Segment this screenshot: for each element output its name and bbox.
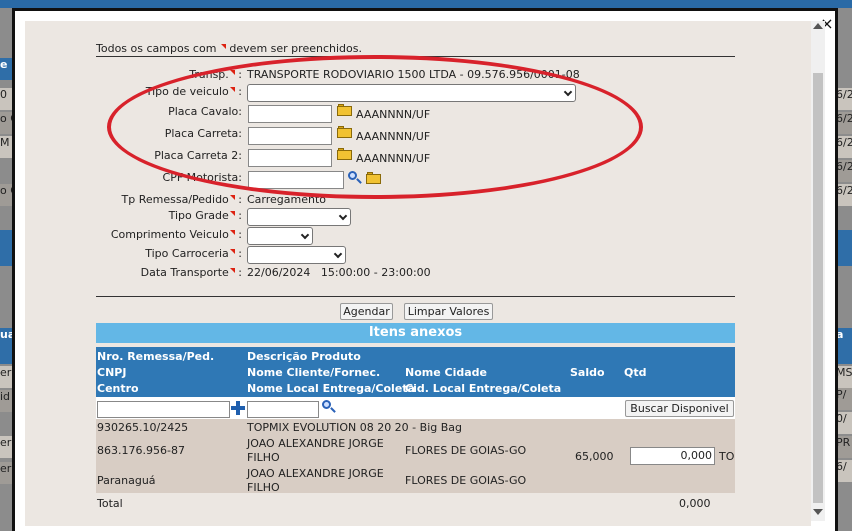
background-right-row: 6/2 [836,112,852,134]
remessa-value: 930265.10/2425 [97,421,189,434]
cnpj-value: 863.176.956-87 [97,444,185,457]
background-right-column: 6/2 6/2 6/2 6/2 6/2 a MS P/ 0/ PR 6/ [836,8,852,531]
cliente-line2: FILHO [247,451,280,464]
required-marker-icon [229,230,235,235]
required-fields-note: Todos os campos com devem ser preenchido… [96,42,362,55]
scroll-thumb[interactable] [813,73,823,503]
data-transporte-label: Data Transporte : [140,266,242,279]
itens-anexos-title: Itens anexos [96,323,735,343]
plus-icon[interactable] [231,401,245,415]
background-right-row: 6/2 [836,88,852,110]
header-qtd: Qtd [624,366,647,379]
data-transporte-value: 22/06/2024 15:00:00 - 23:00:00 [247,266,431,279]
modal-content: Todos os campos com devem ser preenchido… [25,21,811,526]
required-marker-icon [229,211,235,216]
remessa-filter-input[interactable] [97,401,230,418]
background-right-band [836,230,852,266]
background-right-row: MS [836,366,852,388]
chevron-down-icon [333,249,343,259]
saldo-value: 65,000 [575,450,614,463]
chevron-down-icon [338,211,348,221]
unidade-value: TO [719,450,735,463]
buscar-disponivel-button[interactable]: Buscar Disponivel [625,400,734,417]
background-right-row: 6/ [836,460,852,482]
header-centro: Centro [97,382,139,395]
comprimento-select[interactable] [247,227,313,245]
highlight-ellipse [107,55,643,199]
cid-local-value: FLORES DE GOIAS-GO [405,474,527,487]
tp-remessa-label: Tp Remessa/Pedido : [121,193,242,206]
required-note-prefix: Todos os campos com [96,42,217,55]
header-cid-local: Cid. Local Entrega/Coleta [405,382,562,395]
required-marker-icon [229,249,235,254]
background-right-row: P/ [836,388,852,410]
modal-dialog: × Todos os campos com devem ser preenchi… [12,8,838,531]
comprimento-label: Comprimento Veiculo : [110,228,242,241]
scrollbar[interactable] [811,21,825,521]
tipo-grade-select[interactable] [247,208,351,226]
background-right-row: 6/2 [836,136,852,158]
cidade-value: FLORES DE GOIAS-GO [405,444,527,457]
required-marker-icon [229,268,235,273]
background-right-row: 0/ [836,412,852,434]
limpar-valores-button[interactable]: Limpar Valores [404,303,493,320]
background-right-row: 6/2 [836,184,852,206]
qtd-input[interactable]: 0,000 [630,447,715,465]
cliente-line1: JOAO ALEXANDRE JORGE [247,437,384,450]
itens-table-header: Nro. Remessa/Ped. CNPJ Centro Descrição … [96,347,735,397]
tipo-carroceria-select[interactable] [247,246,346,264]
required-note-suffix: devem ser preenchidos. [229,42,362,55]
header-nome-cidade: Nome Cidade [405,366,487,379]
header-descricao-produto: Descrição Produto [247,350,361,363]
header-nro-remessa: Nro. Remessa/Ped. [97,350,215,363]
background-right-row: 6/2 [836,160,852,182]
tipo-grade-label: Tipo Grade : [168,209,242,222]
required-marker-icon [220,44,226,49]
header-nome-local: Nome Local Entrega/Coleta [247,382,415,395]
search-icon[interactable] [322,400,336,414]
produto-value: TOPMIX EVOLUTION 08 20 20 - Big Bag [247,421,462,434]
scroll-up-icon[interactable] [813,23,823,29]
required-marker-icon [229,195,235,200]
scroll-down-icon[interactable] [813,509,823,515]
header-nome-cliente: Nome Cliente/Fornec. [247,366,381,379]
centro-value: Paranaguá [97,474,156,487]
background-right-row: PR [836,436,852,458]
divider [96,296,735,297]
background-right-header: a [836,328,852,364]
chevron-down-icon [300,230,310,240]
total-value: 0,000 [679,497,711,510]
local-line2: FILHO [247,481,280,494]
local-line1: JOAO ALEXANDRE JORGE [247,467,384,480]
total-label: Total [97,497,123,510]
background-topbar [0,0,852,8]
agendar-button[interactable]: Agendar [340,303,393,320]
tipo-carroceria-label: Tipo Carroceria : [145,247,242,260]
header-saldo: Saldo [570,366,605,379]
produto-filter-input[interactable] [247,401,319,418]
header-cnpj: CNPJ [97,366,127,379]
